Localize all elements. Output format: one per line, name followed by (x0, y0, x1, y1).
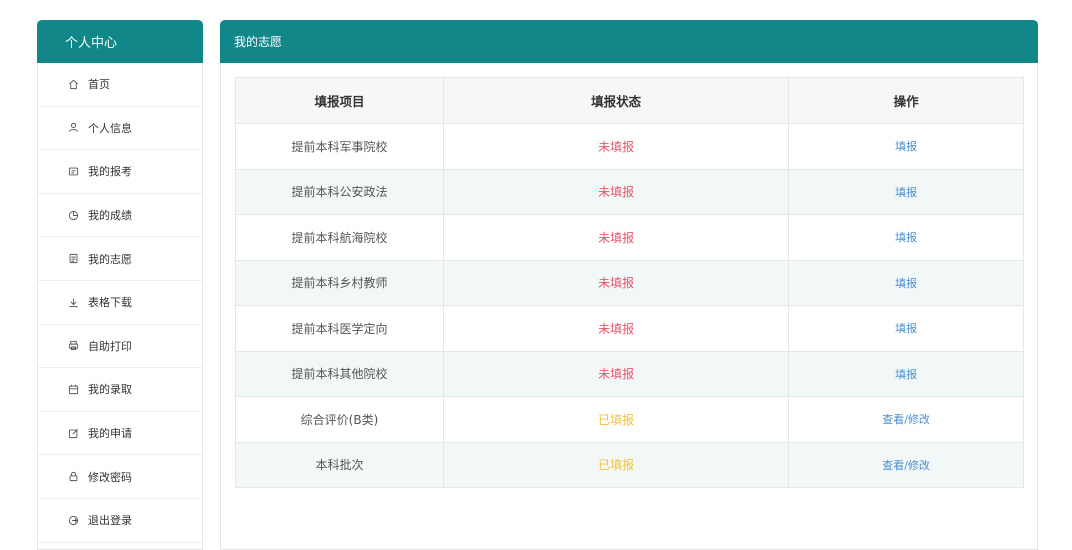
project-cell: 提前本科医学定向 (235, 305, 444, 352)
sidebar-item-9[interactable]: 修改密码 (38, 455, 202, 499)
project-cell: 提前本科航海院校 (235, 214, 444, 261)
sidebar-item-label: 个人信息 (88, 121, 132, 135)
sidebar-item-label: 我的成绩 (88, 209, 132, 223)
sidebar-item-8[interactable]: 我的申请 (38, 412, 202, 456)
main-panel: 我的志愿 填报项目 填报状态 操作 提前本科军事院校 未填报 填报 提前本科公安政法未… (220, 20, 1038, 550)
project-cell: 提前本科乡村教师 (235, 259, 444, 306)
table-row: 提前本科其他院校 未填报 填报 (235, 350, 1024, 397)
sidebar-item-label: 我的志愿 (88, 252, 132, 266)
action-cell: 填报 (788, 259, 1024, 306)
status-text: 未填报 (598, 276, 635, 291)
fill-link[interactable]: 填报 (895, 277, 917, 290)
status-cell: 未填报 (442, 214, 790, 261)
action-cell: 查看/修改 (788, 441, 1024, 488)
fill-link[interactable]: 填报 (895, 186, 917, 199)
logout-icon (67, 514, 79, 526)
status-text: 未填报 (598, 367, 635, 382)
view-edit-link[interactable]: 查看/修改 (882, 459, 930, 472)
table-row: 提前本科军事院校 未填报 填报 (235, 123, 1024, 170)
table-row: 提前本科乡村教师 未填报 填报 (235, 259, 1024, 306)
sidebar-item-label: 退出登录 (88, 514, 132, 528)
project-cell: 本科批次 (235, 441, 444, 488)
sidebar-item-0[interactable]: 首页 (38, 63, 202, 107)
home-icon (67, 78, 79, 90)
sidebar-title: 个人中心 (37, 20, 203, 63)
fill-link[interactable]: 填报 (895, 140, 917, 153)
action-cell: 填报 (788, 350, 1024, 397)
fill-link[interactable]: 填报 (895, 231, 917, 244)
status-cell: 已填报 (442, 441, 790, 488)
table-row: 提前本科航海院校 未填报 填报 (235, 214, 1024, 261)
status-cell: 未填报 (442, 305, 790, 352)
sidebar-item-label: 自助打印 (88, 339, 132, 353)
status-text: 未填报 (598, 321, 635, 336)
sidebar-item-label: 首页 (88, 78, 110, 92)
status-text: 已填报 (598, 458, 635, 473)
sidebar-item-label: 表格下载 (88, 296, 132, 310)
action-cell: 填报 (788, 305, 1024, 352)
table-row: 提前本科公安政法 未填报 填报 (235, 168, 1024, 215)
page-title: 我的志愿 (220, 20, 1038, 63)
sidebar-item-label: 修改密码 (88, 470, 132, 484)
document-icon (67, 253, 79, 265)
sidebar-item-5[interactable]: 表格下载 (38, 281, 202, 325)
sidebar-item-6[interactable]: 自助打印 (38, 325, 202, 369)
column-header-project: 填报项目 (235, 77, 444, 124)
sidebar-item-4[interactable]: 我的志愿 (38, 237, 202, 281)
fill-link[interactable]: 填报 (895, 322, 917, 335)
action-cell: 填报 (788, 214, 1024, 261)
sidebar-item-1[interactable]: 个人信息 (38, 107, 202, 151)
sidebar-item-label: 我的申请 (88, 427, 132, 441)
sidebar-item-10[interactable]: 退出登录 (38, 499, 202, 543)
sidebar-item-label: 我的报考 (88, 165, 132, 179)
sidebar: 个人中心 首页个人信息我的报考我的成绩我的志愿表格下载自助打印我的录取我的申请修… (37, 20, 203, 550)
project-cell: 提前本科其他院校 (235, 350, 444, 397)
wish-table: 填报项目 填报状态 操作 提前本科军事院校 未填报 填报 提前本科公安政法 未填报 填报提… (235, 77, 1024, 488)
sidebar-item-7[interactable]: 我的录取 (38, 368, 202, 412)
sidebar-item-2[interactable]: 我的报考 (38, 150, 202, 194)
action-cell: 查看/修改 (788, 396, 1024, 443)
table-row: 本科批次 已填报 查看/修改 (235, 441, 1024, 488)
sidebar-item-label: 我的录取 (88, 383, 132, 397)
view-edit-link[interactable]: 查看/修改 (882, 413, 930, 426)
project-cell: 提前本科公安政法 (235, 168, 444, 215)
status-text: 未填报 (598, 185, 635, 200)
id-card-icon (67, 165, 79, 177)
status-cell: 未填报 (442, 168, 790, 215)
printer-icon (67, 340, 79, 352)
project-cell: 综合评价(B类) (235, 396, 444, 443)
status-text: 已填报 (598, 412, 635, 427)
action-cell: 填报 (788, 168, 1024, 215)
calendar-icon (67, 383, 79, 395)
table-row: 综合评价(B类) 已填报 查看/修改 (235, 396, 1024, 443)
status-cell: 未填报 (442, 123, 790, 170)
action-cell: 填报 (788, 123, 1024, 170)
column-header-status: 填报状态 (442, 77, 790, 124)
table-row: 提前本科医学定向 未填报 填报 (235, 305, 1024, 352)
download-icon (67, 296, 79, 308)
sidebar-item-3[interactable]: 我的成绩 (38, 194, 202, 238)
edit-icon (67, 427, 79, 439)
pie-chart-icon (67, 209, 79, 221)
status-cell: 未填报 (442, 259, 790, 306)
project-cell: 提前本科军事院校 (235, 123, 444, 170)
status-text: 未填报 (598, 230, 635, 245)
table-header-row: 填报项目 填报状态 操作 (235, 77, 1024, 124)
status-cell: 已填报 (442, 396, 790, 443)
sidebar-menu: 首页个人信息我的报考我的成绩我的志愿表格下载自助打印我的录取我的申请修改密码退出… (38, 63, 202, 543)
column-header-action: 操作 (788, 77, 1024, 124)
lock-icon (67, 471, 79, 483)
fill-link[interactable]: 填报 (895, 368, 917, 381)
status-text: 未填报 (598, 139, 635, 154)
user-icon (67, 122, 79, 134)
status-cell: 未填报 (442, 350, 790, 397)
